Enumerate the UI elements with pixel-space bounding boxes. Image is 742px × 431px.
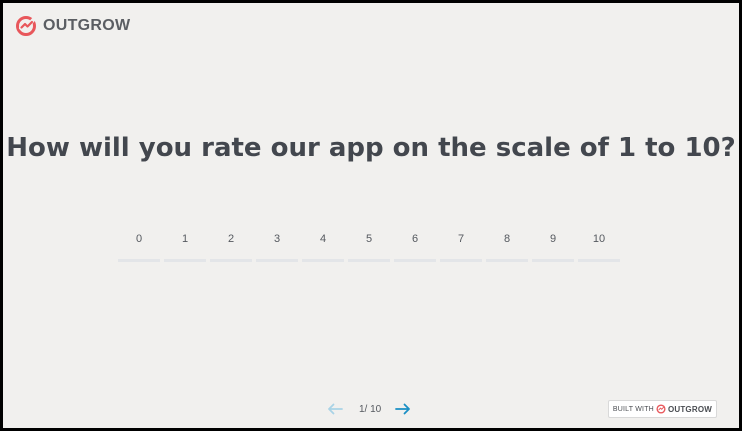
rating-option-9[interactable]: 9 <box>532 230 574 262</box>
built-with-badge[interactable]: BUILT WITH OUTGROW <box>607 400 717 418</box>
rating-option-label: 1 <box>181 233 189 245</box>
rating-option-label: 7 <box>457 233 465 245</box>
rating-option-2[interactable]: 2 <box>210 230 252 262</box>
rating-option-label: 5 <box>365 233 373 245</box>
rating-option-7[interactable]: 7 <box>440 230 482 262</box>
arrow-right-icon <box>395 403 411 415</box>
rating-option-8[interactable]: 8 <box>486 230 528 262</box>
rating-option-label: 10 <box>592 233 606 245</box>
rating-option-1[interactable]: 1 <box>164 230 206 262</box>
rating-option-6[interactable]: 6 <box>394 230 436 262</box>
outgrow-logo-icon <box>16 16 36 36</box>
rating-option-0[interactable]: 0 <box>118 230 160 262</box>
rating-option-4[interactable]: 4 <box>302 230 344 262</box>
next-question-button[interactable] <box>393 402 413 416</box>
arrow-left-icon <box>328 403 343 415</box>
rating-option-label: 8 <box>503 233 511 245</box>
rating-option-label: 6 <box>411 233 419 245</box>
rating-scale: 0 1 2 3 4 5 6 7 8 9 10 <box>118 230 620 262</box>
rating-option-3[interactable]: 3 <box>256 230 298 262</box>
outgrow-badge-icon <box>656 404 666 414</box>
question-title: How will you rate our app on the scale o… <box>6 133 736 163</box>
app-frame: OUTGROW How will you rate our app on the… <box>3 3 739 428</box>
badge-prefix: BUILT WITH <box>612 405 654 413</box>
badge-brand: OUTGROW <box>667 404 712 414</box>
page-counter: 1/ 10 <box>359 403 382 415</box>
rating-option-label: 0 <box>135 233 143 245</box>
prev-question-button[interactable] <box>325 402 345 416</box>
rating-option-label: 4 <box>319 233 327 245</box>
rating-option-10[interactable]: 10 <box>578 230 620 262</box>
rating-option-label: 3 <box>273 233 281 245</box>
rating-option-5[interactable]: 5 <box>348 230 390 262</box>
pagination: 1/ 10 <box>325 402 413 416</box>
outgrow-logo[interactable]: OUTGROW <box>15 15 130 37</box>
rating-option-label: 9 <box>549 233 557 245</box>
rating-option-label: 2 <box>227 233 235 245</box>
logo-text: OUTGROW <box>43 17 131 34</box>
